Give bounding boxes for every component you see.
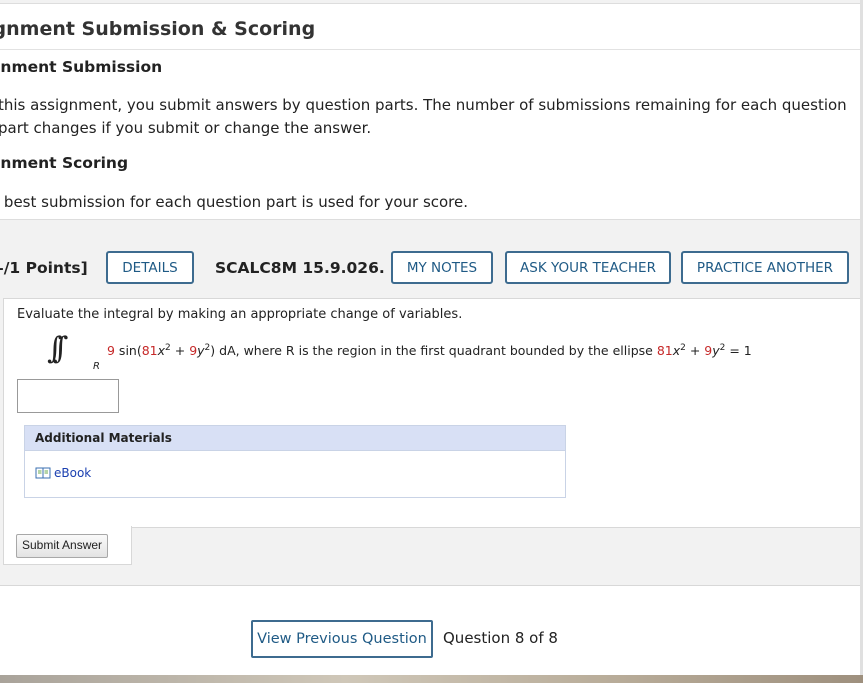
assignment-info-panel: ignment Submission & Scoring ignment Sub… xyxy=(0,3,861,220)
submission-heading: ignment Submission xyxy=(0,58,163,76)
integrand: 9 sin(81x2 + 9y2) dA, where R is the reg… xyxy=(107,343,752,358)
ask-teacher-button[interactable]: ASK YOUR TEACHER xyxy=(505,251,671,284)
details-button[interactable]: DETAILS xyxy=(106,251,194,284)
answer-input[interactable] xyxy=(17,379,119,413)
additional-materials-heading: Additional Materials xyxy=(25,426,565,451)
submission-text: this assignment, you submit answers by q… xyxy=(0,96,847,137)
assignment-info-title: ignment Submission & Scoring xyxy=(0,18,316,40)
submit-answer-button[interactable]: Submit Answer xyxy=(16,534,109,558)
question-body: Evaluate the integral by making an appro… xyxy=(3,298,862,528)
page: ignment Submission & Scoring ignment Sub… xyxy=(0,0,863,683)
scoring-heading: ignment Scoring xyxy=(0,154,129,172)
points-label: –/1 Points] xyxy=(0,259,88,277)
practice-another-button[interactable]: PRACTICE ANOTHER xyxy=(681,251,849,284)
scoring-text: r best submission for each question part… xyxy=(0,193,469,211)
question-header: –/1 Points] DETAILS SCALC8M 15.9.026. MY… xyxy=(0,240,860,298)
question-prompt: Evaluate the integral by making an appro… xyxy=(17,307,463,322)
additional-materials: Additional Materials eBook xyxy=(24,425,566,498)
question-navigation: View Previous Question Question 8 of 8 xyxy=(0,585,860,676)
double-integral-icon: ∫∫ xyxy=(47,331,69,366)
book-icon xyxy=(35,467,51,479)
question-code: SCALC8M 15.9.026. xyxy=(215,259,385,277)
divider xyxy=(0,49,860,50)
question-count: Question 8 of 8 xyxy=(443,629,558,647)
desktop-edge xyxy=(0,675,863,683)
view-previous-question-button[interactable]: View Previous Question xyxy=(251,620,433,658)
ebook-label: eBook xyxy=(54,466,92,480)
integral-region-subscript: R xyxy=(93,361,100,372)
submit-area: Submit Answer xyxy=(3,526,132,565)
integral-formula: ∫∫ R 9 sin(81x2 + 9y2) dA, where R is th… xyxy=(47,331,847,375)
ebook-link[interactable]: eBook xyxy=(35,466,91,480)
my-notes-button[interactable]: MY NOTES xyxy=(391,251,493,284)
